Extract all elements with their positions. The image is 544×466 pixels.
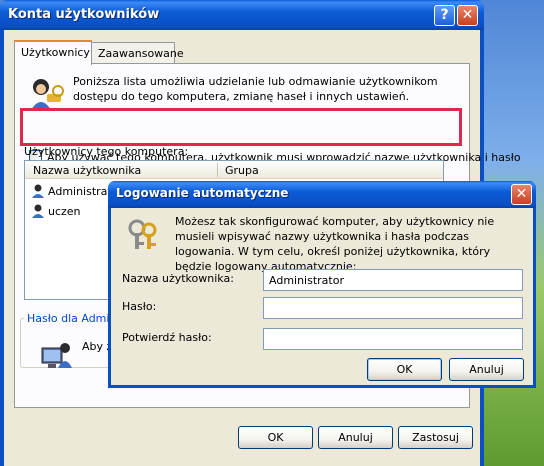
list-item-name: Administrat xyxy=(48,185,112,198)
confirm-password-input[interactable] xyxy=(263,328,523,350)
confirm-password-label: Potwierdź hasło: xyxy=(122,331,212,344)
column-username[interactable]: Nazwa użytkownika xyxy=(33,164,141,177)
username-label: Nazwa użytkownika: xyxy=(122,272,234,285)
autologon-titlebar[interactable]: Logowanie automatyczne ✕ xyxy=(108,181,536,208)
users-description: Poniższa lista umożliwia udzielanie lub … xyxy=(73,75,438,103)
autologon-ok-button[interactable]: OK xyxy=(367,358,442,381)
autologon-description: Możesz tak skonfigurować komputer, aby u… xyxy=(175,215,495,273)
user-icon xyxy=(32,204,44,218)
cancel-button[interactable]: Anuluj xyxy=(318,426,393,449)
list-item[interactable]: Administrat xyxy=(31,184,112,202)
help-icon[interactable]: ? xyxy=(434,5,455,26)
close-icon[interactable]: ✕ xyxy=(457,5,478,26)
listview-header: Nazwa użytkownika Grupa xyxy=(25,161,443,179)
user-icon xyxy=(32,184,44,198)
apply-button[interactable]: Zastosuj xyxy=(398,426,473,449)
autologon-dialog: Logowanie automatyczne ✕ Możesz tak skon… xyxy=(108,181,536,388)
column-group[interactable]: Grupa xyxy=(225,164,259,177)
password-group-title: Hasło dla Admi xyxy=(24,312,113,325)
ok-button[interactable]: OK xyxy=(238,426,313,449)
users-section-label: Użytkownicy tego komputera: xyxy=(24,145,189,158)
list-item[interactable]: uczen xyxy=(31,204,81,222)
computer-user-icon xyxy=(41,343,72,368)
password-label: Hasło: xyxy=(122,300,157,313)
main-window-title: Konta użytkowników xyxy=(8,7,160,22)
password-input[interactable] xyxy=(263,297,523,319)
autologon-title: Logowanie automatyczne xyxy=(116,186,289,200)
main-titlebar[interactable]: Konta użytkowników ? ✕ xyxy=(0,0,484,30)
username-input[interactable] xyxy=(263,269,523,291)
autologon-cancel-button[interactable]: Anuluj xyxy=(449,358,524,381)
close-icon[interactable]: ✕ xyxy=(511,184,532,205)
list-item-name: uczen xyxy=(48,205,81,218)
autologon-client-area: Możesz tak skonfigurować komputer, aby u… xyxy=(111,208,533,385)
tab-advanced[interactable]: Zaawansowane xyxy=(91,42,184,64)
keys-icon xyxy=(128,219,157,249)
tab-users[interactable]: Użytkownicy xyxy=(14,40,92,65)
users-icon xyxy=(31,79,64,110)
